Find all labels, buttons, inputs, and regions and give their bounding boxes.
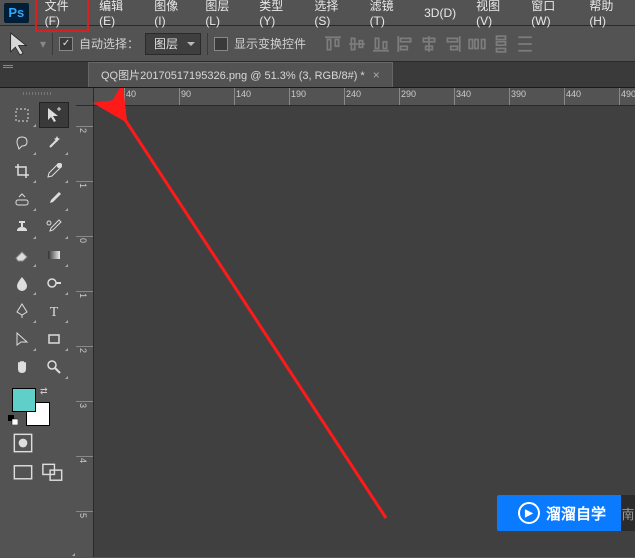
menu-3d[interactable]: 3D(D) [414, 2, 466, 24]
workspace: T ⇄ 4090140190240290340390440490 2101234… [0, 88, 635, 557]
eyedropper-tool[interactable] [39, 158, 69, 184]
dodge-tool[interactable] [39, 270, 69, 296]
canvas-area: 4090140190240290340390440490 21012345 [76, 88, 635, 557]
menu-help[interactable]: 帮助(H) [579, 0, 635, 32]
tools-panel: T ⇄ [0, 88, 76, 557]
default-colors-icon[interactable] [8, 414, 18, 424]
brush-tool[interactable] [39, 186, 69, 212]
magic-wand-tool[interactable] [39, 130, 69, 156]
align-bottom-icon[interactable] [372, 35, 390, 53]
menu-filter[interactable]: 滤镜(T) [360, 0, 415, 32]
color-swatches: ⇄ [0, 384, 76, 428]
align-vcenter-icon[interactable] [348, 35, 366, 53]
menu-image[interactable]: 图像(I) [144, 0, 195, 32]
clone-stamp-tool[interactable] [7, 214, 37, 240]
menu-select[interactable]: 选择(S) [304, 0, 359, 32]
align-right-icon[interactable] [444, 35, 462, 53]
lasso-tool[interactable] [7, 130, 37, 156]
menu-window[interactable]: 窗口(W) [521, 0, 579, 32]
divider [52, 33, 53, 55]
svg-text:T: T [50, 305, 59, 320]
document-tab-strip: QQ图片20170517195326.png @ 51.3% (3, RGB/8… [0, 62, 635, 88]
watermark-tail: 南 [621, 495, 635, 531]
show-transform-label: 显示变换控件 [234, 35, 306, 52]
history-brush-tool[interactable] [39, 214, 69, 240]
auto-select-checkbox[interactable] [59, 37, 73, 51]
play-icon: ▶ [518, 502, 540, 524]
watermark-badge: ▶ 溜溜自学 [497, 495, 627, 531]
eraser-tool[interactable] [7, 242, 37, 268]
show-transform-checkbox[interactable] [214, 37, 228, 51]
zoom-tool[interactable] [39, 354, 69, 380]
auto-select-label: 自动选择： [79, 35, 139, 52]
type-tool[interactable]: T [39, 298, 69, 324]
foreground-color-swatch[interactable] [12, 388, 36, 412]
menu-type[interactable]: 类型(Y) [249, 0, 304, 32]
panel-grip[interactable] [0, 88, 76, 98]
menu-view[interactable]: 视图(V) [466, 0, 521, 32]
current-tool-icon[interactable] [6, 32, 34, 56]
marquee-tool[interactable] [7, 102, 37, 128]
move-tool[interactable] [39, 102, 69, 128]
path-selection-tool[interactable] [7, 326, 37, 352]
collapsed-panel-grip[interactable] [0, 62, 16, 70]
document-tab[interactable]: QQ图片20170517195326.png @ 51.3% (3, RGB/8… [88, 62, 393, 87]
align-left-icon[interactable] [396, 35, 414, 53]
swap-colors-icon[interactable]: ⇄ [40, 386, 48, 397]
shape-tool[interactable] [39, 326, 69, 352]
scope-dropdown[interactable]: 图层 [145, 33, 201, 55]
close-icon[interactable]: × [373, 68, 380, 82]
screen-mode-dropdown[interactable] [40, 462, 66, 484]
watermark-text: 溜溜自学 [546, 503, 606, 524]
blur-tool[interactable] [7, 270, 37, 296]
align-group [324, 35, 534, 53]
crop-tool[interactable] [7, 158, 37, 184]
align-top-icon[interactable] [324, 35, 342, 53]
canvas[interactable] [94, 106, 635, 557]
divider [207, 33, 208, 55]
gradient-tool[interactable] [39, 242, 69, 268]
menu-layer[interactable]: 图层(L) [195, 0, 249, 32]
healing-brush-tool[interactable] [7, 186, 37, 212]
pen-tool[interactable] [7, 298, 37, 324]
ruler-origin[interactable] [76, 88, 94, 106]
menu-bar: Ps 文件(F) 编辑(E) 图像(I) 图层(L) 类型(Y) 选择(S) 滤… [0, 0, 635, 26]
distribute-h-icon[interactable] [468, 35, 486, 53]
align-hcenter-icon[interactable] [420, 35, 438, 53]
vertical-ruler[interactable]: 21012345 [76, 106, 94, 557]
hand-tool[interactable] [7, 354, 37, 380]
document-tab-title: QQ图片20170517195326.png @ 51.3% (3, RGB/8… [101, 67, 365, 83]
horizontal-ruler[interactable]: 4090140190240290340390440490 [94, 88, 635, 106]
menu-edit[interactable]: 编辑(E) [89, 0, 144, 32]
menu-file[interactable]: 文件(F) [35, 0, 90, 32]
screen-mode-toggle[interactable] [10, 462, 36, 484]
app-logo: Ps [4, 3, 29, 23]
distribute-3-icon[interactable] [516, 35, 534, 53]
quickmask-toggle[interactable] [10, 432, 36, 454]
distribute-v-icon[interactable] [492, 35, 510, 53]
